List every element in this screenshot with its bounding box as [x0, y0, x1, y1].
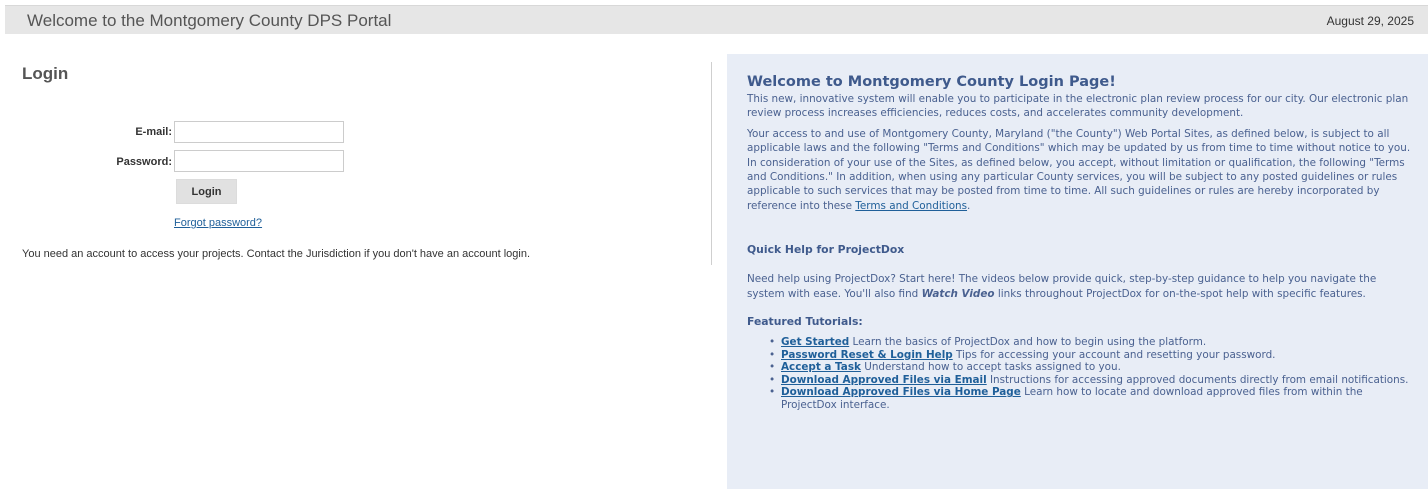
- login-button[interactable]: Login: [176, 179, 237, 204]
- password-field[interactable]: [174, 150, 344, 172]
- welcome-title: Welcome to Montgomery County Login Page!: [747, 74, 1116, 90]
- watch-video-emphasis: Watch Video: [921, 287, 995, 300]
- terms-paragraph: Your access to and use of Montgomery Cou…: [747, 127, 1412, 213]
- tutorial-description: Tips for accessing your account and rese…: [952, 348, 1276, 361]
- quick-help-heading: Quick Help for ProjectDox: [747, 243, 905, 257]
- terms-and-conditions-link[interactable]: Terms and Conditions: [855, 200, 967, 212]
- terms-text: Your access to and use of Montgomery Cou…: [747, 127, 1411, 212]
- password-label: Password:: [116, 156, 172, 168]
- intro-paragraph: This new, innovative system will enable …: [747, 93, 1409, 120]
- tutorial-description: Understand how to accept tasks assigned …: [860, 361, 1121, 374]
- tutorial-list: • Get Started Learn the basics of Project…: [765, 336, 1412, 412]
- portal-title: Welcome to the Montgomery County DPS Por…: [27, 11, 392, 30]
- tutorial-description: Instructions for accessing approved docu…: [986, 373, 1409, 386]
- login-pane: Login E-mail: Password: Login Forgot pas…: [5, 34, 705, 489]
- bullet-icon: •: [769, 373, 776, 386]
- list-item: • Password Reset & Login Help Tips for ac…: [765, 349, 1412, 362]
- login-title: Login: [22, 64, 69, 83]
- welcome-panel: Welcome to Montgomery County Login Page!…: [727, 54, 1428, 489]
- bullet-icon: •: [769, 361, 776, 374]
- list-item: • Accept a Task Understand how to accept …: [765, 361, 1412, 374]
- bullet-icon: •: [769, 386, 776, 399]
- list-item: • Download Approved Files via Email Instr…: [765, 374, 1412, 387]
- download-via-home-page-link[interactable]: Download Approved Files via Home Page: [781, 386, 1021, 398]
- quick-help-post: links throughout ProjectDox for on-the-s…: [994, 287, 1366, 300]
- forgot-password-link[interactable]: Forgot password?: [174, 217, 262, 229]
- list-item: • Get Started Learn the basics of Project…: [765, 336, 1412, 349]
- portal-header: Welcome to the Montgomery County DPS Por…: [5, 5, 1428, 34]
- tutorial-description: Learn the basics of ProjectDox and how t…: [849, 336, 1207, 349]
- featured-tutorials-heading: Featured Tutorials:: [747, 315, 863, 329]
- download-via-email-link[interactable]: Download Approved Files via Email: [781, 374, 987, 386]
- accept-task-link[interactable]: Accept a Task: [781, 361, 861, 373]
- password-reset-link[interactable]: Password Reset & Login Help: [781, 349, 953, 361]
- email-field[interactable]: [174, 121, 344, 143]
- account-note: You need an account to access your proje…: [22, 248, 531, 260]
- get-started-link[interactable]: Get Started: [781, 336, 849, 348]
- pane-divider: [711, 62, 712, 265]
- list-item: • Download Approved Files via Home Page L…: [765, 386, 1412, 411]
- quick-help-paragraph: Need help using ProjectDox? Start here! …: [747, 272, 1412, 301]
- current-date: August 29, 2025: [1326, 14, 1414, 28]
- terms-end: .: [967, 199, 971, 212]
- bullet-icon: •: [769, 336, 776, 349]
- email-label: E-mail:: [135, 126, 172, 138]
- bullet-icon: •: [769, 348, 776, 361]
